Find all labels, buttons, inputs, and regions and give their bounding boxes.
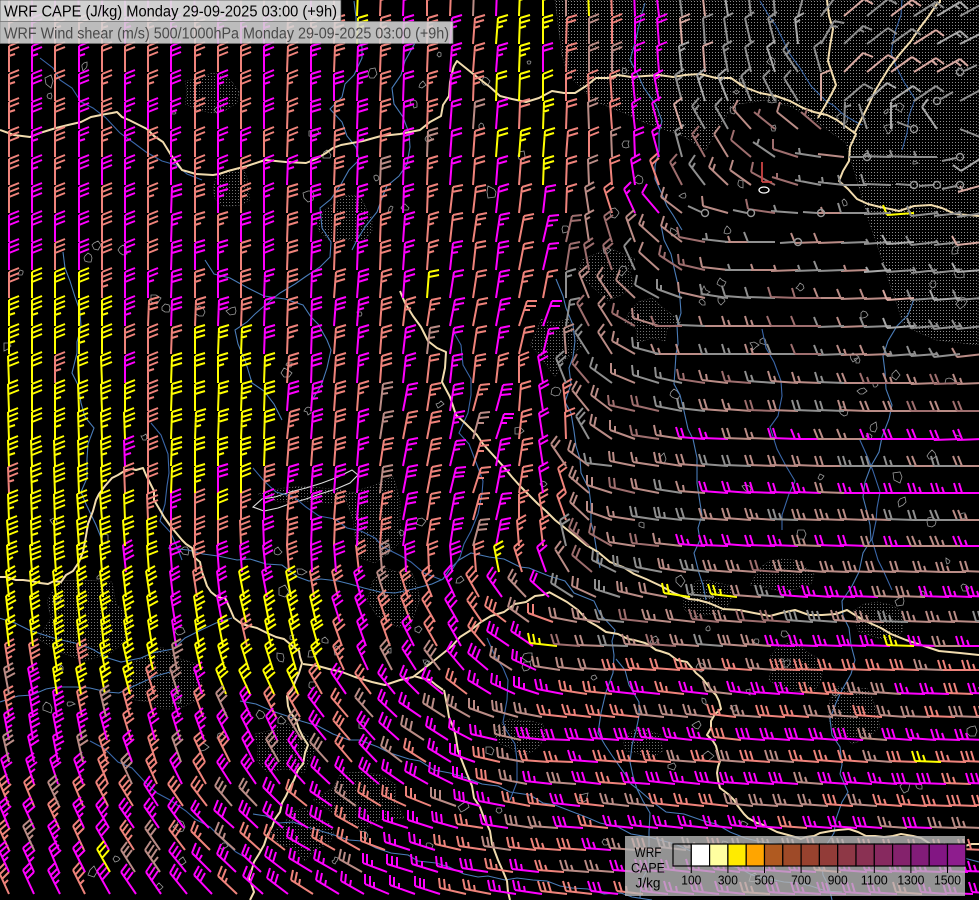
svg-text:500: 500 <box>755 873 775 888</box>
svg-text:CAPE: CAPE <box>631 861 665 876</box>
svg-text:900: 900 <box>828 873 848 888</box>
svg-text:1100: 1100 <box>861 873 888 888</box>
svg-text:WRF: WRF <box>635 845 662 860</box>
svg-text:100: 100 <box>681 873 701 888</box>
svg-text:700: 700 <box>791 873 811 888</box>
svg-text:WRF CAPE (J/kg) Monday 29-09-2: WRF CAPE (J/kg) Monday 29-09-2025 03:00 … <box>4 4 337 21</box>
svg-text:1300: 1300 <box>897 873 924 888</box>
svg-text:300: 300 <box>718 873 738 888</box>
svg-text:1500: 1500 <box>934 873 961 888</box>
svg-text:J/kg: J/kg <box>636 876 661 891</box>
svg-text:WRF Wind shear (m/s) 500/1000h: WRF Wind shear (m/s) 500/1000hPa Monday … <box>4 26 449 43</box>
